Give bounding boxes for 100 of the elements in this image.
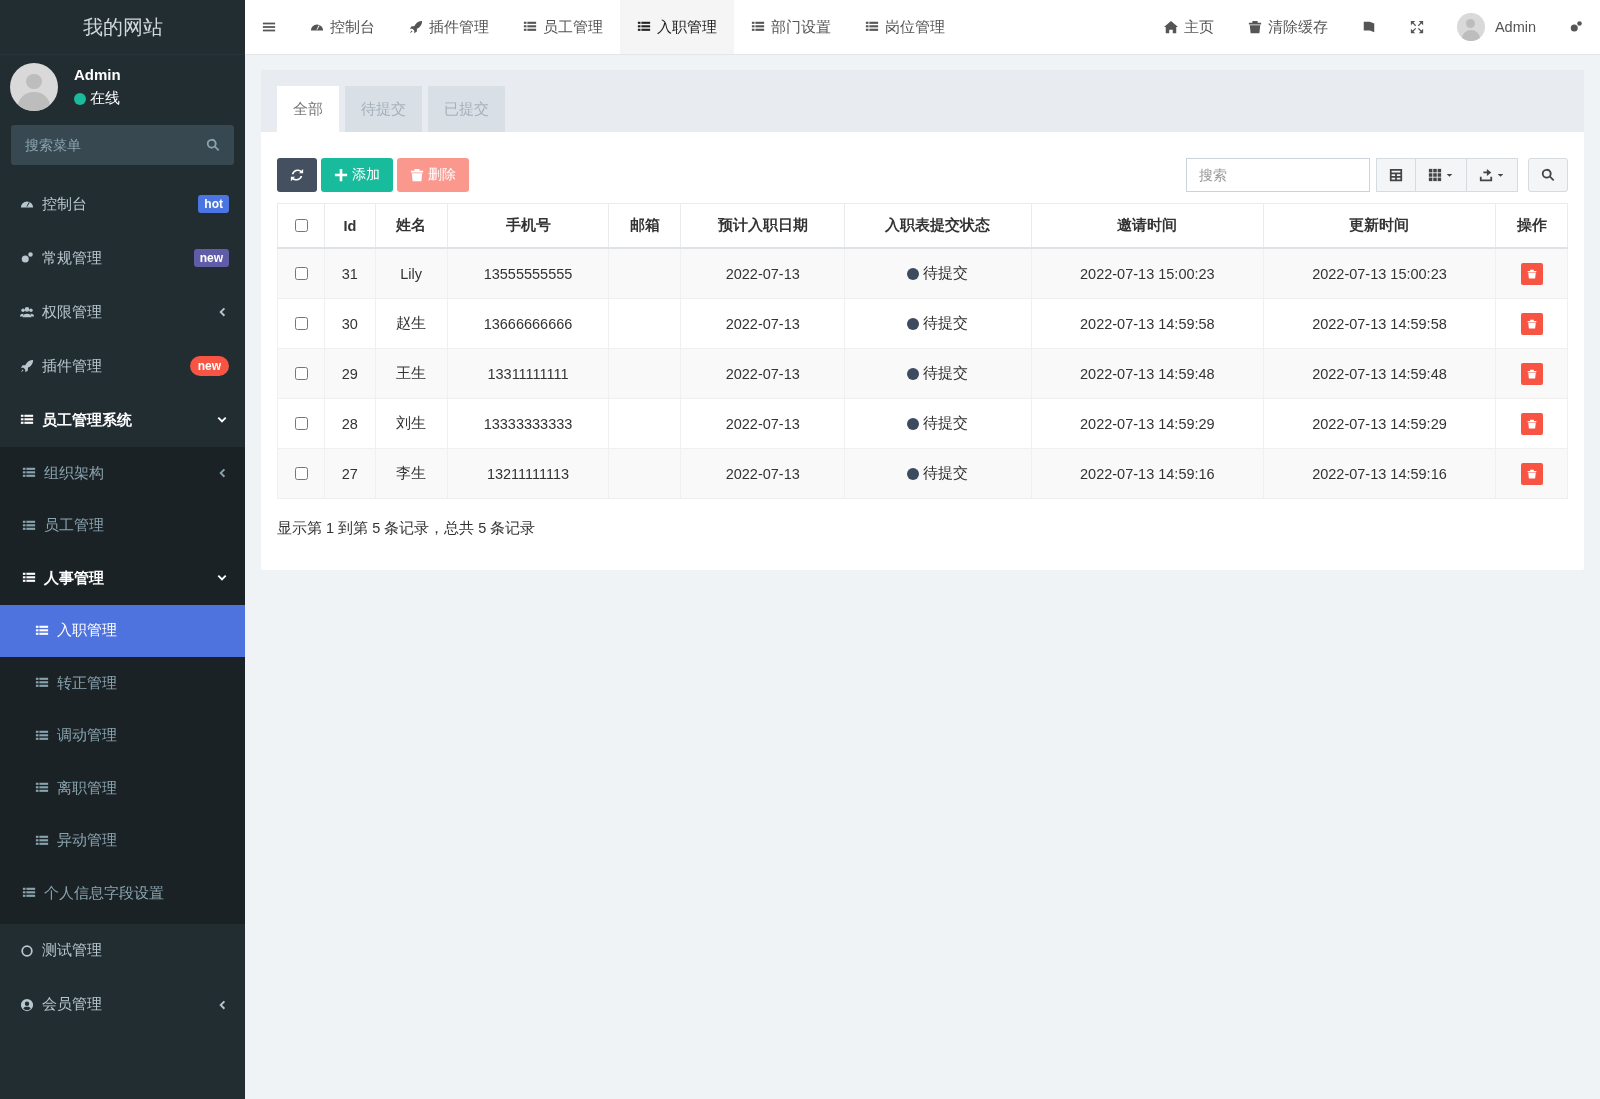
nav-link[interactable]: 清除缓存: [1230, 0, 1345, 54]
rocket-icon: [409, 20, 423, 34]
pagination-info: 显示第 1 到第 5 条记录，总共 5 条记录: [277, 519, 537, 538]
menu-item[interactable]: 员工管理: [0, 499, 245, 552]
table-icon: [1389, 168, 1403, 182]
menu-item[interactable]: 测试管理: [0, 923, 245, 978]
row-checkbox[interactable]: [295, 367, 308, 380]
table-cell: 27: [324, 448, 376, 499]
menu-item[interactable]: 个人信息字段设置: [0, 867, 245, 920]
refresh-icon: [290, 168, 304, 182]
rocket-icon: [20, 359, 34, 373]
status-text: 待提交: [923, 264, 969, 283]
table-cell: 2022-07-13: [680, 398, 845, 449]
filter-tab[interactable]: 全部: [277, 86, 339, 132]
menu-search-field[interactable]: 搜索菜单: [11, 125, 234, 165]
trash-icon: [1526, 318, 1537, 329]
status-text: 待提交: [923, 464, 969, 483]
table-cell: 30: [324, 298, 376, 349]
list-icon: [865, 20, 879, 34]
table-cell: 2022-07-13 14:59:16: [1031, 448, 1264, 499]
export-button[interactable]: [1466, 158, 1518, 192]
trash-icon: [1526, 468, 1537, 479]
menu-item[interactable]: 常规管理 new: [0, 231, 245, 285]
table-cell: 2022-07-13: [680, 348, 845, 399]
menu-item[interactable]: 离职管理: [0, 762, 245, 815]
nav-tab[interactable]: 控制台: [293, 0, 392, 54]
delete-row-button[interactable]: [1520, 362, 1543, 385]
row-checkbox[interactable]: [295, 417, 308, 430]
menu-item[interactable]: 异动管理: [0, 814, 245, 867]
avatar: [1456, 13, 1485, 41]
table-cell: 2022-07-13 14:59:58: [1263, 298, 1496, 349]
row-checkbox[interactable]: [295, 317, 308, 330]
columns-button[interactable]: [1415, 158, 1467, 192]
trash-icon: [1247, 20, 1262, 34]
nav-tab[interactable]: 岗位管理: [848, 0, 962, 54]
search-button[interactable]: [1528, 158, 1568, 192]
table-cell: 2022-07-13 14:59:29: [1263, 398, 1496, 449]
status-text: 待提交: [923, 414, 969, 433]
menu-item[interactable]: 入职管理: [0, 604, 245, 657]
nav-tab[interactable]: 员工管理: [506, 0, 620, 54]
table-cell: 2022-07-13 14:59:29: [1031, 398, 1264, 449]
nav-tab[interactable]: 入职管理: [620, 0, 734, 54]
table-cell: 2022-07-13 15:00:23: [1263, 248, 1496, 299]
table-cell: 13311111111: [447, 348, 609, 399]
search-field[interactable]: 搜索: [1186, 158, 1370, 192]
menu-icon: [262, 20, 276, 34]
delete-row-button[interactable]: [1520, 312, 1543, 335]
export-icon: [1479, 168, 1493, 182]
table-cell: 2022-07-13: [680, 298, 845, 349]
table-cell: 13666666666: [447, 298, 609, 349]
user-status: 在线: [90, 89, 120, 108]
search-icon: [1541, 168, 1555, 182]
delete-row-button[interactable]: [1520, 262, 1543, 285]
delete-row-button[interactable]: [1520, 412, 1543, 435]
home-icon: [1163, 20, 1178, 34]
table-cell: 2022-07-13 15:00:23: [1031, 248, 1264, 299]
menu-item[interactable]: 转正管理: [0, 657, 245, 710]
table-cell: 28: [324, 398, 376, 449]
table-cell: 31: [324, 248, 376, 299]
table-cell: 2022-07-13 14:59:48: [1031, 348, 1264, 399]
user-name[interactable]: Admin: [1494, 19, 1536, 35]
table-cell: 2022-07-13 14:59:16: [1263, 448, 1496, 499]
menu-item[interactable]: 人事管理: [0, 552, 245, 605]
nav-tab[interactable]: 插件管理: [392, 0, 506, 54]
grid-icon: [1428, 168, 1442, 182]
online-dot: [74, 92, 86, 105]
select-all-checkbox[interactable]: [295, 219, 308, 232]
status-dot: [907, 317, 920, 330]
list-icon: [35, 833, 49, 848]
menu-item[interactable]: 权限管理: [0, 285, 245, 339]
table-cell: 29: [324, 348, 376, 399]
menu-item[interactable]: 组织架构: [0, 447, 245, 500]
row-checkbox[interactable]: [295, 467, 308, 480]
table-cell: 13333333333: [447, 398, 609, 449]
table-cell: 2022-07-13: [680, 248, 845, 299]
menu-badge: new: [193, 249, 229, 267]
table-cell: 赵生: [375, 298, 448, 349]
list-icon: [22, 518, 36, 533]
row-checkbox[interactable]: [295, 267, 308, 280]
circle-icon: [20, 943, 34, 958]
list-icon: [637, 20, 651, 34]
plus-icon: [334, 168, 348, 182]
fullscreen-icon: [1409, 20, 1424, 34]
trash-icon: [1526, 368, 1537, 379]
nav-link[interactable]: 主页: [1146, 0, 1231, 54]
delete-row-button[interactable]: [1520, 462, 1543, 485]
menu-item[interactable]: 员工管理系统: [0, 393, 245, 447]
table-cell: 13555555555: [447, 248, 609, 299]
menu-item[interactable]: 插件管理 new: [0, 339, 245, 393]
search-icon: [206, 138, 220, 152]
refresh-button[interactable]: [277, 158, 317, 192]
menu-item[interactable]: 控制台 hot: [0, 177, 245, 231]
list-icon: [35, 728, 49, 743]
menu-item[interactable]: 调动管理: [0, 709, 245, 762]
table-cell: 李生: [375, 448, 448, 499]
toggle-view-button[interactable]: [1376, 158, 1416, 192]
nav-tab[interactable]: 部门设置: [734, 0, 848, 54]
menu-item[interactable]: 会员管理: [0, 977, 245, 1032]
table-cell: 2022-07-13 14:59:58: [1031, 298, 1264, 349]
list-icon: [751, 20, 765, 34]
